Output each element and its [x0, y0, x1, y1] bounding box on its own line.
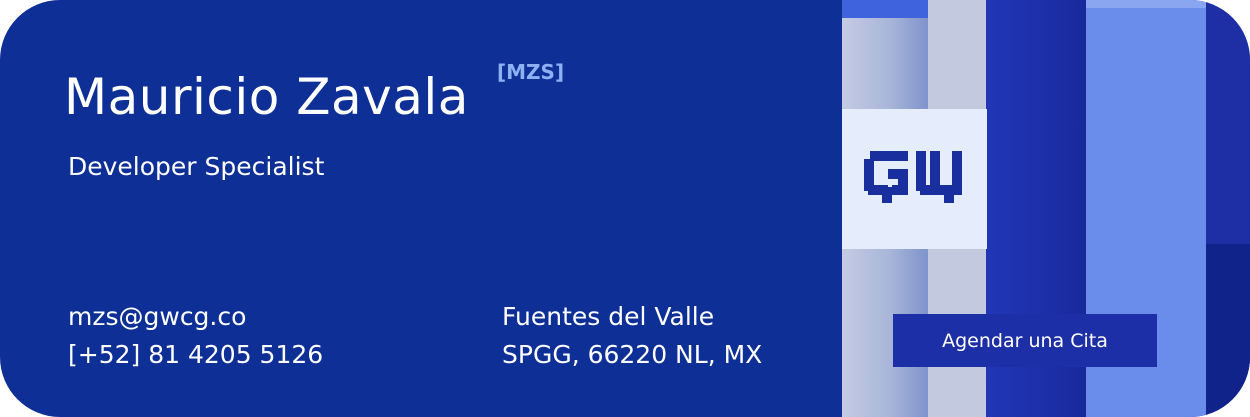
job-title: Developer Specialist	[68, 152, 325, 181]
person-name: Mauricio Zavala	[64, 68, 469, 126]
decorative-stripe-accent	[1206, 244, 1250, 417]
initials-tag: [MZS]	[497, 60, 565, 84]
phone-link[interactable]: [+52] 81 4205 5126	[68, 336, 323, 374]
schedule-appointment-button[interactable]: Agendar una Cita	[893, 314, 1157, 367]
company-logo	[842, 109, 987, 249]
address-info: Fuentes del Valle SPGG, 66220 NL, MX	[502, 298, 762, 374]
address-line-1: Fuentes del Valle	[502, 302, 715, 331]
gw-logo-icon	[864, 151, 962, 203]
address-line-2: SPGG, 66220 NL, MX	[502, 340, 763, 369]
decorative-stripe-accent	[842, 0, 928, 18]
email-link[interactable]: mzs@gwcg.co	[68, 298, 323, 336]
business-card: Mauricio Zavala [MZS] Developer Speciali…	[0, 0, 1250, 417]
contact-info: mzs@gwcg.co [+52] 81 4205 5126	[68, 298, 323, 374]
decorative-stripe-accent	[1086, 0, 1206, 8]
